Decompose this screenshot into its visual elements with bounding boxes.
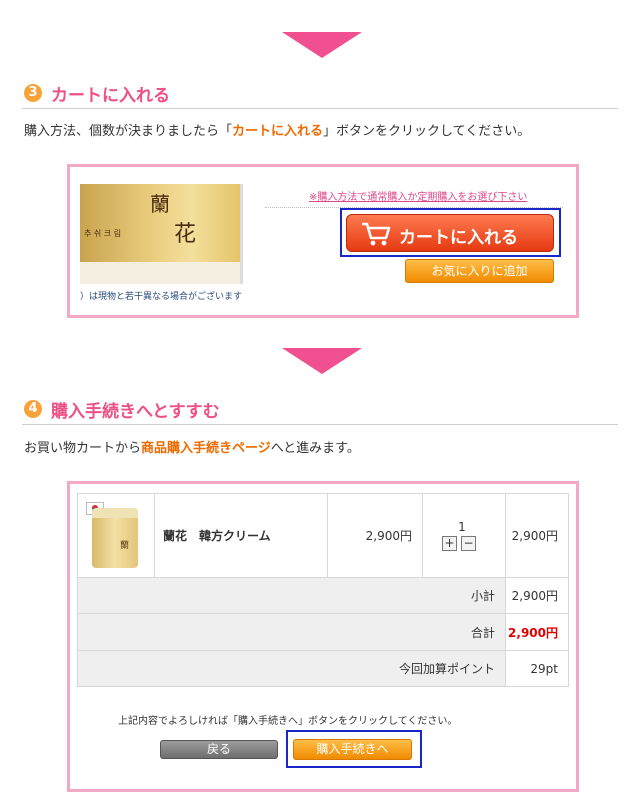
desc-highlight: カートに入れる (232, 124, 324, 139)
divider (22, 108, 618, 109)
item-price-cell: 2,900円 (327, 493, 423, 578)
add-to-cart-button[interactable]: カートに入れる (346, 214, 554, 252)
desc-text: お買い物カートから (24, 441, 142, 456)
summary-label-cell: 小計 (77, 577, 506, 614)
points-row: 今回加算ポイント 29pt (77, 650, 569, 687)
step-number-badge: 4 (24, 400, 42, 418)
item-image-cell: 蘭 (77, 493, 155, 578)
quantity-value: 1 (458, 520, 466, 534)
summary-label-cell: 合計 (77, 613, 506, 651)
total-row: 合計 2,900円 (77, 613, 569, 651)
summary-label-cell: 今回加算ポイント (77, 650, 506, 687)
item-quantity-cell: 1 + − (422, 493, 506, 578)
product-image-text: 花 (174, 222, 197, 247)
desc-highlight: 商品購入手続きページ (141, 441, 271, 456)
summary-value-cell: 2,900円 (505, 613, 569, 651)
cart-icon (362, 222, 391, 246)
image-frame-edge (240, 184, 243, 284)
item-name: 蘭花 韓方クリーム (163, 529, 271, 543)
decrease-quantity-button[interactable]: − (461, 536, 476, 551)
confirm-instruction: 上記内容でよろしければ「購入手続きへ」ボタンをクリックしてください。 (118, 716, 458, 727)
summary-value-cell: 29pt (505, 650, 569, 687)
item-name-cell: 蘭花 韓方クリーム (154, 493, 328, 578)
desc-text: へと進みます。 (270, 441, 360, 456)
points-value: 29pt (530, 661, 558, 676)
summary-value-cell: 2,900円 (505, 577, 569, 614)
item-subtotal-cell: 2,900円 (505, 493, 569, 578)
purchase-method-notice-link[interactable]: ※購入方法で通常購入か定期購入をお選び下さい (309, 188, 527, 203)
item-thumbnail-text: 蘭 (120, 541, 130, 551)
image-caption: ）は現物と若干異なる場合がございます (80, 292, 243, 302)
item-price: 2,900円 (365, 529, 412, 543)
cart-table: 蘭 蘭花 韓方クリーム 2,900円 1 + − 2,900円 小計 2,900円… (77, 493, 569, 687)
add-to-favorites-button[interactable]: お気に入りに追加 (405, 259, 554, 283)
down-arrow-icon (282, 32, 362, 58)
step-description: お買い物カートから商品購入手続きページへと進みます。 (24, 437, 360, 456)
subtotal-value: 2,900円 (511, 589, 558, 603)
subtotal-row: 小計 2,900円 (77, 577, 569, 614)
item-subtotal: 2,900円 (511, 529, 558, 543)
item-thumbnail: 蘭 (92, 508, 138, 568)
divider (22, 424, 618, 425)
increase-quantity-button[interactable]: + (442, 536, 457, 551)
add-to-cart-label: カートに入れる (399, 228, 518, 248)
total-value: 2,900円 (508, 625, 558, 640)
proceed-to-checkout-button[interactable]: 購入手続きへ (293, 739, 412, 760)
product-image: 蘭 花 추 쉬 크 림 (80, 184, 240, 284)
step-title: カートに入れる (51, 86, 170, 106)
points-label: 今回加算ポイント (398, 662, 495, 676)
product-image-text: 蘭 (150, 192, 170, 216)
subtotal-label: 小計 (470, 589, 495, 603)
step-number-badge: 3 (24, 84, 42, 102)
down-arrow-icon (282, 348, 362, 374)
product-image-text: 추 쉬 크 림 (84, 229, 122, 238)
total-label: 合計 (470, 625, 495, 640)
table-row: 蘭 蘭花 韓方クリーム 2,900円 1 + − 2,900円 (77, 493, 569, 578)
desc-text: 」ボタンをクリックしてください。 (323, 124, 531, 139)
desc-text: 購入方法、個数が決まりましたら「 (24, 124, 233, 139)
step-description: 購入方法、個数が決まりましたら「カートに入れる」ボタンをクリックしてください。 (24, 120, 530, 139)
back-button[interactable]: 戻る (160, 740, 278, 759)
step-title: 購入手続きへとすすむ (51, 402, 220, 422)
